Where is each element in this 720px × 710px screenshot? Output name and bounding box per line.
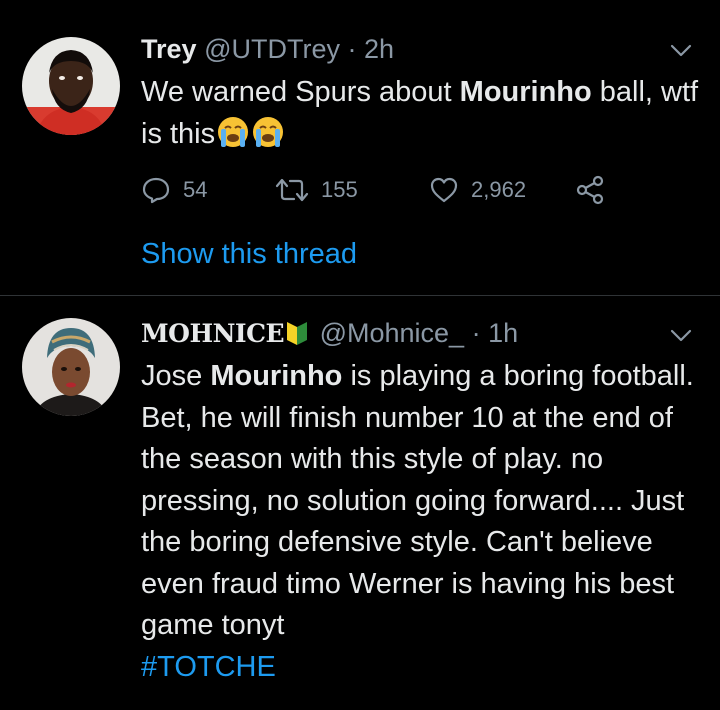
tweet-text-part: Jose — [141, 360, 211, 392]
username-handle[interactable]: @Mohnice_ — [320, 318, 464, 348]
reply-button[interactable]: 54 — [141, 172, 207, 208]
like-button[interactable]: 2,962 — [429, 172, 526, 208]
tweet-text-part: is playing a boring football. Bet, he wi… — [141, 360, 694, 641]
tweet-text-bold: Mourinho — [459, 76, 592, 108]
username-handle[interactable]: @UTDTrey — [204, 34, 340, 64]
chevron-down-icon[interactable] — [670, 44, 692, 58]
share-button[interactable] — [575, 172, 605, 208]
crying-face-emoji — [218, 116, 249, 147]
tweet-header: Trey @UTDTrey · 2h — [141, 32, 394, 66]
tweet-actions: 54 155 2,962 — [141, 172, 621, 208]
reply-icon — [142, 177, 170, 204]
retweet-count: 155 — [321, 177, 358, 202]
tweet-text: Jose Mourinho is playing a boring footba… — [141, 356, 701, 688]
japanese-beginner-badge-icon — [287, 322, 308, 345]
timestamp[interactable]: 2h — [364, 34, 394, 64]
tweet-mohnice[interactable]: MOHNICE @Mohnice_ · 1h Jose Mourinho is … — [0, 296, 720, 710]
like-count: 2,962 — [471, 177, 527, 202]
chevron-down-icon[interactable] — [670, 329, 692, 343]
show-thread-link[interactable]: Show this thread — [141, 236, 357, 272]
timestamp[interactable]: 1h — [488, 318, 518, 348]
tweet-text-part: We warned Spurs about — [141, 76, 460, 108]
crying-face-emoji — [253, 116, 284, 147]
tweet-header: MOHNICE @Mohnice_ · 1h — [141, 316, 518, 351]
tweet-text-bold: Mourinho — [210, 360, 343, 392]
tweet-text: We warned Spurs about Mourinho ball, wtf… — [141, 72, 701, 155]
separator-dot: · — [471, 318, 481, 348]
separator-dot: · — [347, 34, 357, 64]
retweet-button[interactable]: 155 — [275, 172, 358, 208]
share-icon — [576, 175, 604, 205]
reply-count: 54 — [183, 177, 208, 202]
display-name[interactable]: MOHNICE — [141, 319, 285, 348]
heart-icon — [430, 177, 458, 203]
hashtag-link[interactable]: #TOTCHE — [141, 647, 701, 689]
tweet-trey[interactable]: Trey @UTDTrey · 2h We warned Spurs about… — [0, 0, 720, 296]
display-name[interactable]: Trey — [141, 34, 197, 64]
avatar-mohnice[interactable] — [22, 318, 120, 416]
retweet-icon — [275, 178, 309, 202]
avatar-trey[interactable] — [22, 37, 120, 135]
